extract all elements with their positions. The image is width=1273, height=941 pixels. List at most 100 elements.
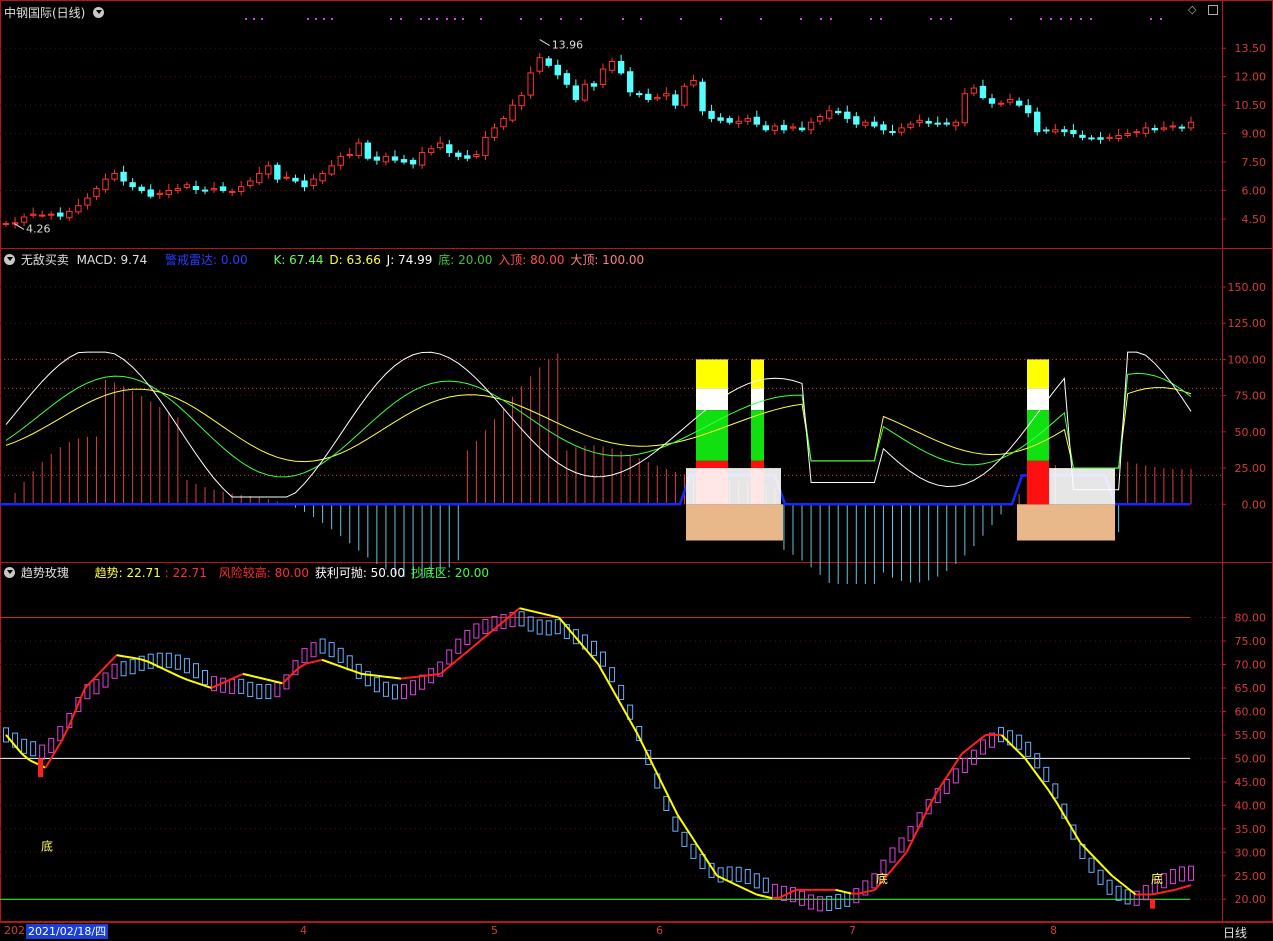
candle — [201, 189, 209, 192]
signal-dot — [830, 18, 832, 20]
candle — [608, 61, 616, 71]
trend-line — [756, 893, 765, 898]
rose-bar — [446, 649, 453, 665]
maximize-icon[interactable] — [1208, 5, 1218, 15]
trend-line — [740, 886, 750, 892]
trend-line — [455, 653, 465, 662]
candle — [120, 171, 127, 182]
trend-line — [187, 678, 196, 684]
y-tick-label: 6.00 — [1242, 184, 1267, 197]
candle — [228, 190, 236, 193]
trend-line — [416, 674, 425, 678]
rose-bar — [410, 680, 417, 696]
trend-line — [124, 655, 133, 659]
candle — [301, 180, 308, 188]
candle — [581, 83, 589, 101]
rose-bar — [39, 744, 46, 760]
trend-line — [953, 753, 963, 767]
rose-bar — [835, 893, 842, 910]
trend-line — [668, 798, 679, 816]
indicator-menu-icon[interactable] — [4, 254, 15, 265]
candle — [599, 68, 607, 85]
rose-bar — [961, 757, 968, 773]
candle — [952, 121, 960, 127]
candle — [536, 57, 543, 72]
trend-line — [929, 789, 940, 805]
trend-line — [52, 740, 63, 756]
rose-bar — [102, 672, 109, 688]
signal-tower-3-segment — [1027, 388, 1049, 411]
trend-line — [897, 851, 908, 863]
signal-dot — [390, 18, 392, 20]
y-tick-label: 80.00 — [1235, 612, 1267, 625]
radar-label: 警戒雷达: 0.00 — [165, 253, 248, 267]
candle — [1015, 100, 1023, 106]
candle — [889, 131, 896, 133]
candle — [292, 177, 299, 182]
k-line — [5, 372, 1192, 478]
trend-line — [913, 819, 924, 837]
rose-bar — [1016, 734, 1023, 750]
j-line — [5, 351, 1192, 498]
rose-bar — [1052, 783, 1059, 799]
diamond-icon[interactable]: ◇ — [1188, 3, 1196, 16]
signal-dot — [720, 18, 722, 20]
candle — [491, 127, 498, 138]
rose-bar — [1034, 753, 1041, 769]
candle — [237, 186, 245, 192]
candle — [645, 93, 652, 100]
rose-bar — [970, 749, 977, 765]
trend-line — [890, 861, 900, 872]
trend-line — [139, 658, 149, 663]
candle — [762, 125, 770, 131]
trend-line — [772, 896, 781, 900]
signal-dot — [1090, 18, 1092, 20]
candle — [735, 120, 742, 124]
trend-line — [116, 654, 125, 658]
candle — [400, 159, 408, 163]
signal-dot — [950, 18, 952, 20]
signal-dot — [940, 18, 942, 20]
enter-top-label: 入顶: 80.00 — [498, 253, 565, 267]
signal-dot — [1050, 18, 1052, 20]
rose-bar — [554, 619, 561, 635]
rose-bar — [1088, 857, 1095, 873]
candle — [138, 186, 145, 191]
rose-bar — [1142, 885, 1149, 901]
candle — [807, 121, 815, 131]
trend-menu-icon[interactable] — [4, 567, 15, 578]
signal-tower-2-segment — [751, 410, 764, 461]
candle — [527, 72, 534, 96]
trend-line — [171, 672, 181, 678]
candle — [482, 136, 489, 157]
period-label[interactable]: 日线 — [1223, 924, 1247, 941]
trend-line — [1103, 866, 1113, 877]
candle — [391, 156, 399, 161]
signal-white-2 — [1049, 468, 1115, 505]
trend-line — [858, 890, 868, 895]
candle — [1097, 137, 1104, 140]
signal-dot — [428, 18, 430, 20]
signal-tower-2-segment — [751, 388, 764, 411]
rose-bar — [391, 684, 398, 700]
candle — [364, 142, 372, 159]
rose-bar — [618, 684, 625, 700]
candle — [1043, 129, 1050, 132]
candle — [572, 85, 580, 100]
trend-line — [353, 670, 362, 675]
rose-bar — [726, 866, 733, 882]
trend-line — [100, 662, 110, 673]
signal-dot — [1150, 18, 1152, 20]
min-label: 4.26 — [26, 222, 51, 235]
candle — [898, 127, 905, 133]
rose-bar — [1115, 885, 1122, 901]
y-tick-label: 13.50 — [1235, 42, 1267, 55]
risk-label: 风险较高: 80.00 — [218, 566, 309, 580]
rose-bar — [898, 837, 905, 853]
candle — [690, 79, 697, 86]
rose-bar — [1097, 869, 1104, 885]
rose-bar — [780, 885, 787, 901]
signal-tower-1-segment — [696, 359, 728, 389]
rose-bar — [265, 683, 272, 700]
rose-bar — [1043, 766, 1050, 782]
